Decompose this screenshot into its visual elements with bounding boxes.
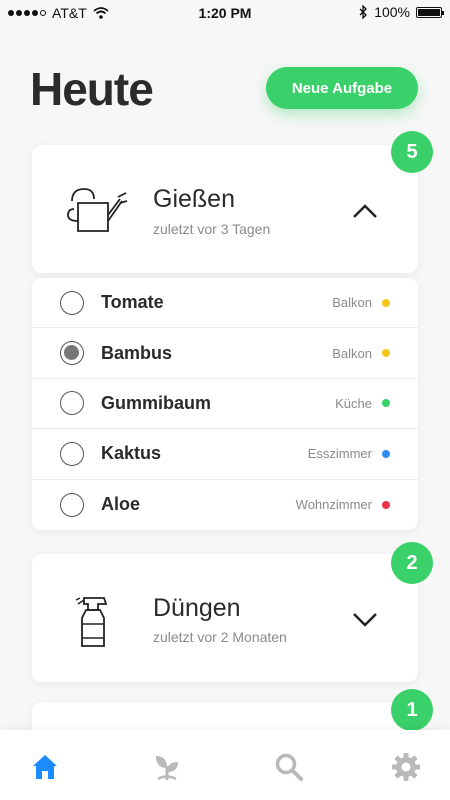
chevron-up-icon[interactable] (352, 203, 378, 219)
radio-button[interactable] (60, 290, 84, 315)
radio-button[interactable] (60, 492, 84, 517)
settings-icon[interactable] (391, 752, 421, 782)
spray-bottle-icon (75, 597, 108, 647)
list-item[interactable]: Gummibaum Küche (32, 379, 418, 430)
task-card-header[interactable]: Gießen zuletzt vor 3 Tagen (32, 145, 418, 273)
room-dot (382, 349, 390, 358)
plant-name: Gummibaum (101, 392, 212, 413)
task-count-badge: 1 (391, 689, 433, 731)
list-item[interactable]: Tomate Balkon (32, 278, 418, 329)
radio-button[interactable] (60, 441, 84, 466)
list-item[interactable]: Kaktus Esszimmer (32, 429, 418, 480)
radio-button[interactable] (60, 391, 84, 416)
task-subtitle: zuletzt vor 2 Monaten (153, 629, 287, 645)
plant-name: Kaktus (101, 443, 162, 464)
page-title: Heute (30, 63, 154, 115)
task-subtitle: zuletzt vor 3 Tagen (153, 221, 271, 237)
chevron-down-icon[interactable] (352, 612, 378, 628)
task-count-badge: 5 (391, 131, 433, 173)
plant-room: Wohnzimmer (295, 497, 372, 513)
plant-list: Tomate Balkon Bambus Balkon Gummibaum Kü… (32, 278, 418, 530)
task-title: Düngen (153, 594, 241, 622)
status-bar: AT&T 1:20 PM 100% (0, 0, 450, 26)
tab-bar (0, 730, 450, 800)
plant-room: Esszimmer (307, 446, 372, 462)
search-icon[interactable] (274, 752, 304, 782)
list-item[interactable]: Bambus Balkon (32, 328, 418, 379)
task-card-header[interactable]: Düngen zuletzt vor 2 Monaten (32, 554, 418, 682)
plant-name: Bambus (101, 342, 173, 363)
plant-name: Tomate (101, 292, 164, 313)
radio-button[interactable] (60, 341, 84, 366)
room-dot (382, 298, 390, 307)
plant-room: Balkon (332, 295, 372, 311)
task-title: Gießen (153, 185, 235, 213)
list-item[interactable]: Aloe Wohnzimmer (32, 480, 418, 530)
room-dot (382, 399, 390, 408)
plant-name: Aloe (101, 494, 141, 515)
room-dot (382, 500, 390, 509)
task-card-fertilizing[interactable]: Düngen zuletzt vor 2 Monaten (32, 554, 418, 682)
plant-room: Küche (335, 395, 372, 411)
plant-room: Balkon (332, 345, 372, 361)
room-dot (382, 449, 390, 458)
status-right: 100% (359, 4, 444, 20)
task-count-badge: 2 (391, 542, 433, 584)
battery-percent: 100% (374, 4, 410, 20)
task-card-watering[interactable]: Gießen zuletzt vor 3 Tagen (32, 145, 418, 273)
bluetooth-icon (359, 5, 368, 19)
battery-icon (416, 6, 444, 18)
new-task-button[interactable]: Neue Aufgabe (266, 67, 418, 109)
home-icon[interactable] (30, 752, 60, 782)
watering-can-icon (67, 188, 128, 232)
plant-icon[interactable] (152, 752, 182, 782)
